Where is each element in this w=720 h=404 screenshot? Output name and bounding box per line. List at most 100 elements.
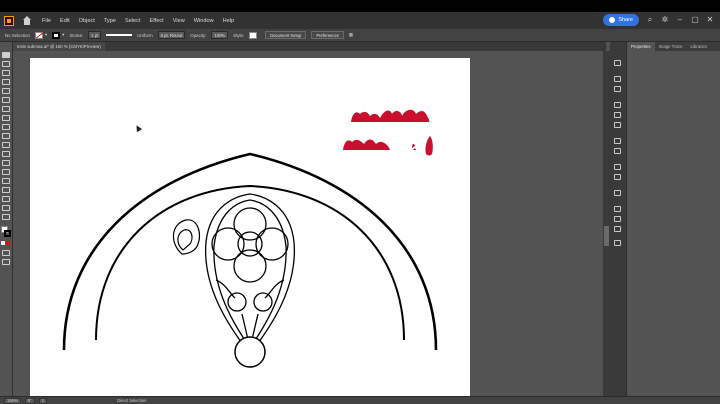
color-mode-icon[interactable] — [1, 241, 5, 245]
canvas-area[interactable] — [13, 51, 606, 399]
search-icon[interactable]: ⌕ — [646, 16, 654, 24]
rotate-view-field[interactable]: 0° — [24, 397, 35, 404]
fill-swatch[interactable] — [34, 31, 43, 39]
artboards-icon[interactable] — [614, 240, 621, 246]
menu-effect[interactable]: Effect — [150, 18, 164, 24]
stroke-color-control[interactable]: ▾ — [52, 31, 64, 39]
red-ornaments[interactable] — [343, 109, 433, 156]
link-icon[interactable] — [614, 76, 621, 82]
stroke-label: Stroke: — [69, 32, 84, 38]
pathfinder-icon[interactable] — [614, 216, 621, 222]
rectangle-tool-icon[interactable] — [2, 97, 10, 103]
artboard-tool-icon[interactable] — [2, 196, 10, 202]
direct-selection-tool-icon[interactable] — [2, 61, 10, 67]
draw-mode-icon[interactable] — [2, 250, 10, 256]
brush-definition-field[interactable]: 5 pt. Round — [157, 31, 186, 39]
profile-preview — [106, 34, 133, 36]
hand-tool-icon[interactable] — [2, 205, 10, 211]
info-icon[interactable] — [614, 138, 621, 144]
artboard-navigation-field[interactable]: 1 — [38, 397, 48, 404]
menu-file[interactable]: File — [42, 18, 51, 24]
properties-panel: Properties Image Trace Libraries — [626, 42, 720, 404]
illustrator-window: File Edit Object Type Select Effect View… — [0, 12, 720, 404]
vertical-scrollbar[interactable] — [603, 51, 610, 396]
chevron-down-icon[interactable]: ▾ — [45, 32, 47, 38]
layers-icon[interactable] — [614, 86, 621, 92]
stroke-color-icon[interactable] — [4, 230, 11, 237]
minimize-icon[interactable]: – — [676, 16, 684, 24]
inner-arch[interactable] — [95, 184, 405, 341]
tab-properties[interactable]: Properties — [627, 42, 655, 51]
menu-help[interactable]: Help — [223, 18, 235, 24]
menu-type[interactable]: Type — [104, 18, 116, 24]
style-swatch-control[interactable] — [249, 31, 258, 39]
selection-tool-icon[interactable] — [2, 52, 10, 58]
arrange-documents-icon[interactable]: ▦ — [349, 32, 353, 38]
share-label: Share — [618, 17, 633, 23]
type-tool-icon[interactable] — [2, 115, 10, 121]
opacity-field[interactable]: 100% — [211, 31, 229, 39]
zoom-tool-icon[interactable] — [2, 214, 10, 220]
swatches-icon[interactable] — [614, 102, 621, 108]
selection-status: No Selection — [5, 32, 30, 38]
menu-edit[interactable]: Edit — [60, 18, 70, 24]
share-icon — [609, 17, 616, 23]
stroke-weight-field[interactable]: 1 pt — [88, 31, 102, 39]
variable-width-profile[interactable]: Uniform — [106, 32, 153, 38]
scissors-tool-icon[interactable] — [2, 142, 10, 148]
maximize-icon[interactable]: ▢ — [691, 16, 699, 24]
menu-select[interactable]: Select — [125, 18, 141, 24]
small-teardrop[interactable] — [172, 219, 201, 255]
magic-wand-tool-icon[interactable] — [2, 70, 10, 76]
curvature-tool-icon[interactable] — [2, 88, 10, 94]
graphic-styles-icon[interactable] — [614, 174, 621, 180]
zoom-field[interactable]: 150% — [4, 397, 21, 404]
document-setup-button[interactable]: Document Setup — [265, 31, 307, 39]
align-icon[interactable] — [614, 112, 621, 118]
menubar-right: Share ⌕ ✲ – ▢ ✕ — [603, 14, 714, 26]
eyedropper-tool-icon[interactable] — [2, 178, 10, 184]
screen-mode-icon[interactable] — [2, 259, 10, 265]
fill-control[interactable]: ▾ — [34, 31, 47, 39]
control-bar: No Selection ▾ ▾ Stroke: 1 pt Uniform 5 … — [0, 29, 720, 42]
tracery-teardrop[interactable] — [204, 193, 296, 356]
home-icon[interactable] — [22, 15, 32, 26]
gradient-tool-icon[interactable] — [2, 169, 10, 175]
menu-object[interactable]: Object — [79, 18, 95, 24]
style-swatch[interactable] — [249, 31, 258, 39]
pen-tool-icon[interactable] — [2, 79, 10, 85]
brushes-icon[interactable] — [614, 148, 621, 154]
comments-icon[interactable] — [614, 190, 621, 196]
stroke-swatch[interactable] — [52, 31, 61, 39]
transform-icon[interactable] — [614, 206, 621, 212]
eraser-tool-icon[interactable] — [2, 133, 10, 139]
chevron-down-icon[interactable]: ▾ — [62, 32, 64, 38]
blend-tool-icon[interactable] — [2, 187, 10, 193]
none-mode-icon[interactable] — [6, 241, 10, 245]
transparency-icon[interactable] — [614, 226, 621, 232]
shape-builder-tool-icon[interactable] — [2, 160, 10, 166]
scroll-thumb[interactable] — [604, 226, 609, 246]
preferences-button[interactable]: Preferences — [311, 31, 344, 39]
tab-libraries[interactable]: Libraries — [686, 42, 710, 51]
close-icon[interactable]: ✕ — [706, 16, 714, 24]
play-icon[interactable] — [614, 60, 621, 66]
current-tool-label: Direct Selection — [117, 398, 147, 403]
menu-window[interactable]: Window — [194, 18, 214, 24]
width-tool-icon[interactable] — [2, 151, 10, 157]
line-tool-icon[interactable] — [2, 106, 10, 112]
appearance-icon[interactable] — [614, 164, 621, 170]
tab-image-trace[interactable]: Image Trace — [655, 42, 687, 51]
profile-value: Uniform — [137, 32, 153, 38]
artboard[interactable] — [30, 58, 470, 399]
gear-icon[interactable]: ✲ — [661, 16, 669, 24]
document-tab[interactable]: tenis subrnsa.ai* @ 150 % (CMYK/Preview) — [13, 42, 105, 51]
menu-view[interactable]: View — [173, 18, 185, 24]
stroke-panel-icon[interactable] — [614, 122, 621, 128]
artwork[interactable] — [30, 58, 470, 399]
tools-panel — [0, 42, 13, 404]
status-bar: 150% 0° 1 Direct Selection — [0, 396, 720, 404]
bottom-circle[interactable] — [234, 336, 266, 368]
rotate-tool-icon[interactable] — [2, 124, 10, 130]
share-button[interactable]: Share — [603, 14, 639, 26]
